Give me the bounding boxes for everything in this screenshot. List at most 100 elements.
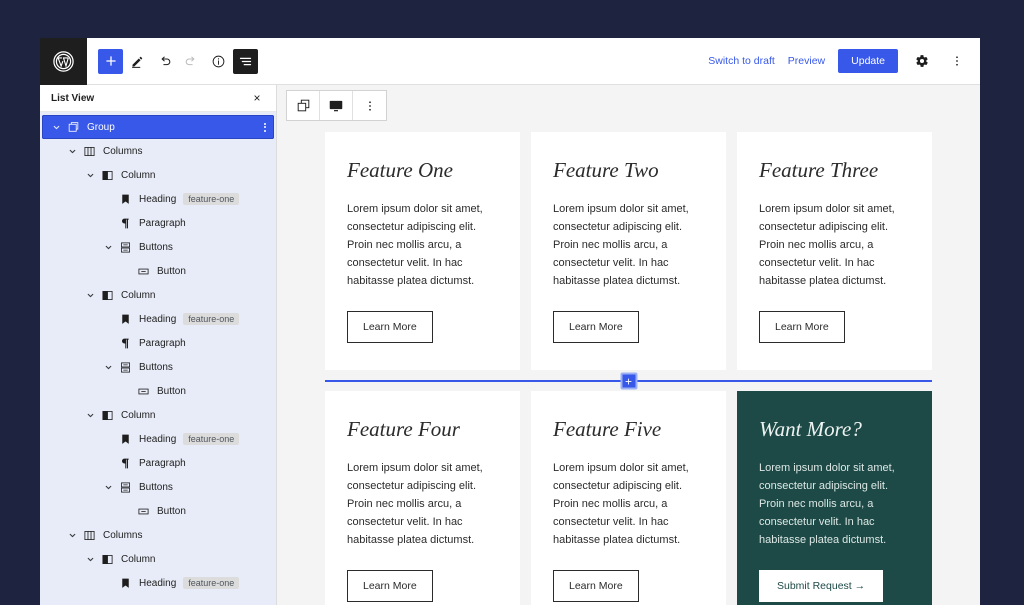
block-options-icon[interactable] — [353, 91, 386, 120]
feature-card-paragraph: Lorem ipsum dolor sit amet, consectetur … — [347, 203, 483, 287]
chevron-down-icon[interactable] — [82, 555, 98, 564]
copy-block-icon[interactable] — [287, 91, 320, 120]
insert-block-button[interactable]: + — [620, 372, 637, 390]
block-tree-row-heading[interactable]: Heading feature-one — [40, 187, 276, 211]
block-tree-label: Button — [157, 385, 186, 397]
learn-more-button[interactable]: Learn More — [347, 311, 433, 343]
block-tree-row-group[interactable]: Group — [42, 115, 274, 139]
feature-card-title: Feature Three — [759, 158, 879, 182]
block-tree-row-columns[interactable]: Columns — [40, 523, 276, 547]
list-view-toggle-button[interactable] — [233, 48, 258, 74]
block-tree-row-buttons[interactable]: Buttons — [40, 235, 276, 259]
chevron-down-icon[interactable] — [82, 291, 98, 300]
block-tree-row-paragraph[interactable]: Paragraph — [40, 331, 276, 355]
block-tree-row-buttons[interactable]: Buttons — [40, 355, 276, 379]
block-tree-label: Columns — [103, 529, 143, 541]
chevron-down-icon[interactable] — [100, 363, 116, 372]
heading-block-icon — [116, 313, 134, 326]
block-tree-row-heading[interactable]: Heading feature-one — [40, 427, 276, 451]
block-tree-row-button[interactable]: Button — [40, 379, 276, 403]
ellipsis-vertical-icon[interactable] — [946, 50, 968, 72]
chevron-down-icon[interactable] — [82, 171, 98, 180]
block-tree[interactable]: Group Columns Column Heading feature-one Para… — [40, 112, 276, 605]
update-button[interactable]: Update — [838, 49, 898, 73]
block-tree-row-buttons[interactable]: Buttons — [40, 475, 276, 499]
editor-toolbar — [87, 48, 258, 74]
feature-card[interactable]: Feature Three Lorem ipsum dolor sit amet,… — [737, 132, 932, 370]
block-tree-row-column[interactable]: Column — [40, 163, 276, 187]
feature-card-paragraph: Lorem ipsum dolor sit amet, consectetur … — [347, 462, 483, 546]
block-tree-row-columns[interactable]: Columns — [40, 139, 276, 163]
feature-row-two: Feature Four Lorem ipsum dolor sit amet, … — [325, 391, 932, 605]
block-anchor-badge: feature-one — [183, 433, 240, 445]
block-tree-label: Paragraph — [139, 457, 186, 469]
add-block-button[interactable] — [98, 48, 123, 74]
feature-card[interactable]: Feature Four Lorem ipsum dolor sit amet, … — [325, 391, 520, 605]
block-tree-label: Buttons — [139, 361, 173, 373]
details-info-button[interactable] — [206, 49, 231, 74]
learn-more-button[interactable]: Learn More — [759, 311, 845, 343]
heading-block-icon — [116, 433, 134, 446]
column-block-icon — [98, 409, 116, 422]
feature-card[interactable]: Feature Two Lorem ipsum dolor sit amet, c… — [531, 132, 726, 370]
chevron-down-icon[interactable] — [82, 411, 98, 420]
block-tree-label: Column — [121, 289, 156, 301]
block-tree-row-paragraph[interactable]: Paragraph — [40, 211, 276, 235]
block-tree-row-heading[interactable]: Heading feature-one — [40, 307, 276, 331]
block-tree-row-column[interactable]: Column — [40, 403, 276, 427]
block-tree-label: Buttons — [139, 481, 173, 493]
editor-canvas: Feature One Lorem ipsum dolor sit amet, c… — [277, 85, 980, 605]
column-block-icon — [98, 169, 116, 182]
learn-more-button[interactable]: Learn More — [553, 311, 639, 343]
feature-card[interactable]: Feature One Lorem ipsum dolor sit amet, c… — [325, 132, 520, 370]
column-block-icon — [98, 289, 116, 302]
feature-card-paragraph: Lorem ipsum dolor sit amet, consectetur … — [759, 203, 895, 287]
block-tree-label: Button — [157, 265, 186, 277]
block-tree-label: Column — [121, 553, 156, 565]
preview-button[interactable]: Preview — [788, 55, 825, 67]
desktop-view-icon[interactable] — [320, 91, 353, 120]
close-icon[interactable]: × — [250, 91, 264, 105]
block-tree-label: Button — [157, 505, 186, 517]
heading-block-icon — [116, 193, 134, 206]
editor-window: Switch to draft Preview Update List View… — [40, 38, 980, 605]
chevron-down-icon[interactable] — [48, 123, 64, 132]
gear-icon[interactable] — [911, 50, 933, 72]
feature-card-paragraph: Lorem ipsum dolor sit amet, consectetur … — [553, 462, 689, 546]
edit-mode-button[interactable] — [125, 49, 150, 74]
feature-card[interactable]: Feature Five Lorem ipsum dolor sit amet, … — [531, 391, 726, 605]
undo-button[interactable] — [152, 49, 177, 74]
block-tree-label: Heading — [139, 313, 177, 325]
chevron-down-icon[interactable] — [64, 147, 80, 156]
block-tree-row-button[interactable]: Button — [40, 259, 276, 283]
learn-more-button[interactable]: Learn More — [347, 570, 433, 602]
chevron-down-icon[interactable] — [100, 483, 116, 492]
list-view-sidebar: List View × Group Columns Column Heading fea… — [40, 85, 277, 605]
block-tree-row-paragraph[interactable]: Paragraph — [40, 451, 276, 475]
buttons-block-icon — [116, 481, 134, 494]
block-tree-row-column[interactable]: Column — [40, 547, 276, 571]
block-anchor-badge: feature-one — [183, 313, 240, 325]
paragraph-block-icon — [116, 217, 134, 230]
chevron-down-icon[interactable] — [64, 531, 80, 540]
feature-card-paragraph: Lorem ipsum dolor sit amet, consectetur … — [759, 462, 895, 546]
feature-card-title: Feature Two — [553, 158, 659, 182]
block-tree-label: Heading — [139, 577, 177, 589]
feature-card-title: Feature Five — [553, 417, 662, 441]
block-tree-row-heading[interactable]: Heading feature-one — [40, 571, 276, 595]
submit-request-button[interactable]: Submit Request → — [759, 570, 884, 602]
block-tree-row-button[interactable]: Button — [40, 499, 276, 523]
redo-button[interactable] — [179, 49, 204, 74]
chevron-down-icon[interactable] — [100, 243, 116, 252]
paragraph-block-icon — [116, 337, 134, 350]
paragraph-block-icon — [116, 457, 134, 470]
block-tree-row-column[interactable]: Column — [40, 283, 276, 307]
learn-more-button[interactable]: Learn More — [553, 570, 639, 602]
block-insertion-point: + — [325, 372, 932, 390]
block-row-options-icon[interactable] — [264, 122, 266, 132]
block-toolbar — [286, 90, 387, 121]
editor-body: List View × Group Columns Column Heading fea… — [40, 85, 980, 605]
feature-card[interactable]: Want More? Lorem ipsum dolor sit amet, co… — [737, 391, 932, 605]
switch-to-draft-button[interactable]: Switch to draft — [708, 55, 775, 67]
wordpress-logo-icon[interactable] — [40, 38, 87, 85]
